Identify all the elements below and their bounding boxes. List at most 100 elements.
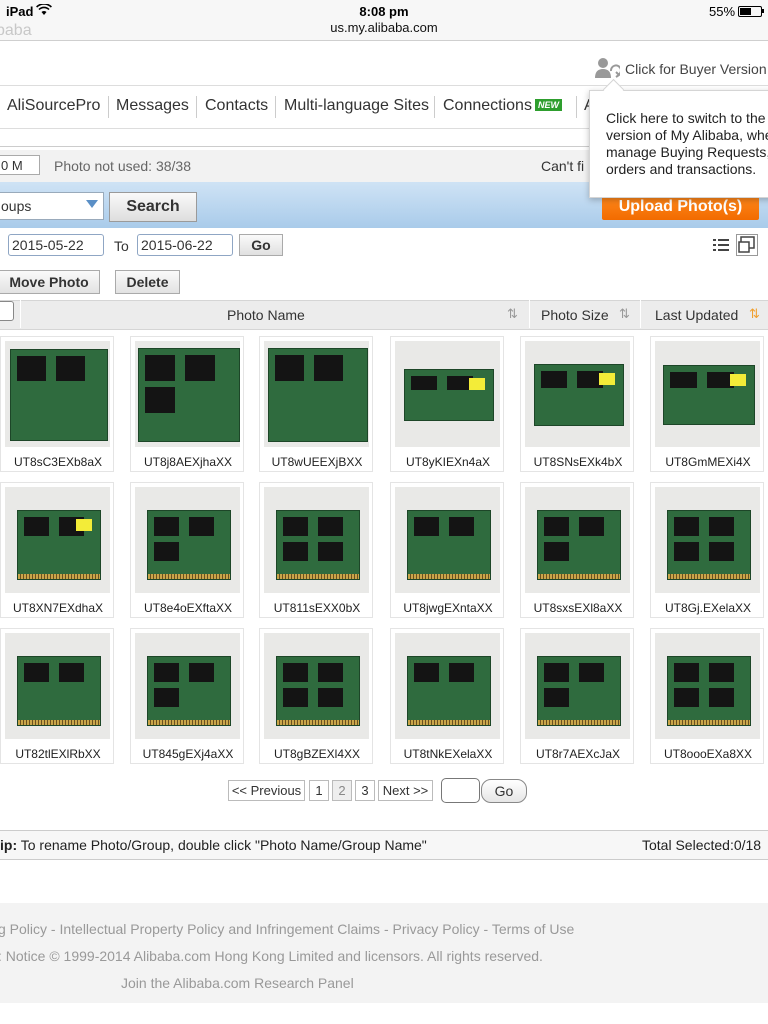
delete-button[interactable]: Delete <box>115 270 180 294</box>
grid-view-icon[interactable] <box>736 234 758 256</box>
photo-thumbnail[interactable] <box>5 341 110 447</box>
photo-card[interactable]: UT811sEXX0bX <box>259 482 373 618</box>
pagination-next[interactable]: Next >> <box>378 780 433 801</box>
photo-name[interactable]: UT8tNkEXelaXX <box>391 747 505 761</box>
photo-card[interactable]: UT8jwgEXntaXX <box>390 482 504 618</box>
photo-thumbnail[interactable] <box>655 633 760 739</box>
list-view-icon[interactable] <box>713 238 729 257</box>
photo-thumbnail[interactable] <box>395 341 500 447</box>
photo-thumbnail[interactable] <box>264 633 369 739</box>
chip-shape <box>578 663 604 682</box>
sort-icon[interactable]: ⇅ <box>507 306 518 322</box>
photo-thumbnail[interactable] <box>655 487 760 593</box>
photo-name[interactable]: UT811sEXX0bX <box>260 601 374 615</box>
photo-card[interactable]: UT845gEXj4aXX <box>130 628 244 764</box>
gold-contacts-shape <box>17 720 100 725</box>
photo-card[interactable]: UT8GmMEXi4X <box>650 336 764 472</box>
select-all-checkbox[interactable] <box>0 301 14 321</box>
nav-item-contacts[interactable]: Contacts <box>205 97 268 115</box>
pagination-previous[interactable]: << Previous <box>228 780 305 801</box>
photo-thumbnail[interactable] <box>264 341 369 447</box>
nav-item-alisourcepro[interactable]: AliSourcePro <box>7 97 100 115</box>
date-to-input[interactable]: 2015-06-22 <box>137 234 233 256</box>
tooltip-line: version of My Alibaba, whe <box>606 127 768 143</box>
gold-contacts-shape <box>407 720 490 725</box>
photo-card[interactable]: UT8wUEEXjBXX <box>259 336 373 472</box>
photo-card[interactable]: UT8sxsEXl8aXX <box>520 482 634 618</box>
footer-research-panel-link[interactable]: Join the Alibaba.com Research Panel <box>121 975 354 991</box>
photo-card[interactable]: UT8XN7EXdhaX <box>0 482 114 618</box>
nav-item-connections[interactable]: Connections NEW <box>443 97 562 115</box>
photo-card[interactable]: UT8r7AEXcJaX <box>520 628 634 764</box>
photo-name[interactable]: UT8gBZEXl4XX <box>260 747 374 761</box>
header-divider <box>640 300 641 328</box>
photo-card[interactable]: UT82tlEXlRbXX <box>0 628 114 764</box>
nav-connections-label: Connections <box>443 97 532 114</box>
photo-name[interactable]: UT8jwgEXntaXX <box>391 601 505 615</box>
date-go-button[interactable]: Go <box>239 234 283 256</box>
storage-used-field: 0 M <box>0 155 40 175</box>
sort-icon[interactable]: ⇅ <box>619 306 630 322</box>
photo-name[interactable]: UT8sxsEXl8aXX <box>521 601 635 615</box>
address-bar[interactable]: us.my.alibaba.com <box>0 20 768 35</box>
photo-thumbnail[interactable] <box>135 487 240 593</box>
photo-thumbnail[interactable] <box>655 341 760 447</box>
cant-find-link[interactable]: Can't fi <box>541 158 584 174</box>
photo-name[interactable]: UT82tlEXlRbXX <box>1 747 115 761</box>
chip-shape <box>23 663 49 682</box>
date-from-input[interactable]: 2015-05-22 <box>8 234 104 256</box>
nav-item-messages[interactable]: Messages <box>116 97 189 115</box>
photo-name[interactable]: UT8j8AEXjhaXX <box>131 455 245 469</box>
chip-shape <box>153 542 179 561</box>
photo-name[interactable]: UT8yKIEXn4aX <box>391 455 505 469</box>
pagination-page-3[interactable]: 3 <box>355 780 375 801</box>
column-photo-name[interactable]: Photo Name <box>227 307 305 323</box>
search-button[interactable]: Search <box>109 192 197 222</box>
photo-thumbnail[interactable] <box>525 487 630 593</box>
gold-contacts-shape <box>17 574 100 579</box>
photo-card[interactable]: UT8tNkEXelaXX <box>390 628 504 764</box>
photo-thumbnail[interactable] <box>5 487 110 593</box>
pagination-page-2[interactable]: 2 <box>332 780 352 801</box>
photo-card[interactable]: UT8Gj.EXelaXX <box>650 482 764 618</box>
photo-thumbnail[interactable] <box>135 633 240 739</box>
photo-name[interactable]: UT8r7AEXcJaX <box>521 747 635 761</box>
sort-active-icon[interactable]: ⇅ <box>749 306 760 322</box>
site-logo[interactable]: baba <box>0 22 32 40</box>
photo-thumbnail[interactable] <box>264 487 369 593</box>
photo-card[interactable]: UT8yKIEXn4aX <box>390 336 504 472</box>
photo-name[interactable]: UT8SNsEXk4bX <box>521 455 635 469</box>
page-go-button[interactable]: Go <box>481 779 527 803</box>
photo-name[interactable]: UT8Gj.EXelaXX <box>651 601 765 615</box>
buyer-version-link[interactable]: Click for Buyer Version : <box>625 61 768 77</box>
nav-divider <box>434 96 435 118</box>
column-photo-size[interactable]: Photo Size <box>541 307 609 323</box>
photo-thumbnail[interactable] <box>525 633 630 739</box>
photo-name[interactable]: UT8wUEEXjBXX <box>260 455 374 469</box>
photo-card[interactable]: UT8e4oEXftaXX <box>130 482 244 618</box>
photo-card[interactable]: UT8oooEXa8XX <box>650 628 764 764</box>
photo-thumbnail[interactable] <box>135 341 240 447</box>
photo-thumbnail[interactable] <box>5 633 110 739</box>
photo-card[interactable]: UT8gBZEXl4XX <box>259 628 373 764</box>
photo-thumbnail[interactable] <box>395 633 500 739</box>
photo-name[interactable]: UT845gEXj4aXX <box>131 747 245 761</box>
page-number-input[interactable] <box>441 778 480 803</box>
photo-name[interactable]: UT8oooEXa8XX <box>651 747 765 761</box>
photo-card[interactable]: UT8SNsEXk4bX <box>520 336 634 472</box>
chevron-down-icon[interactable] <box>86 200 98 208</box>
photo-name[interactable]: UT8e4oEXftaXX <box>131 601 245 615</box>
photo-card[interactable]: UT8j8AEXjhaXX <box>130 336 244 472</box>
photo-name[interactable]: UT8GmMEXi4X <box>651 455 765 469</box>
pagination-page-1[interactable]: 1 <box>309 780 329 801</box>
photo-thumbnail[interactable] <box>525 341 630 447</box>
photo-name[interactable]: UT8sC3EXb8aX <box>1 455 115 469</box>
photo-card[interactable]: UT8sC3EXb8aX <box>0 336 114 472</box>
footer-policy-links[interactable]: g Policy - Intellectual Property Policy … <box>0 921 574 937</box>
photo-thumbnail[interactable] <box>395 487 500 593</box>
photo-name[interactable]: UT8XN7EXdhaX <box>1 601 115 615</box>
battery-icon <box>738 6 762 17</box>
column-last-updated[interactable]: Last Updated <box>655 307 738 323</box>
move-photo-button[interactable]: Move Photo <box>0 270 100 294</box>
nav-item-multi-language-sites[interactable]: Multi-language Sites <box>284 97 429 115</box>
